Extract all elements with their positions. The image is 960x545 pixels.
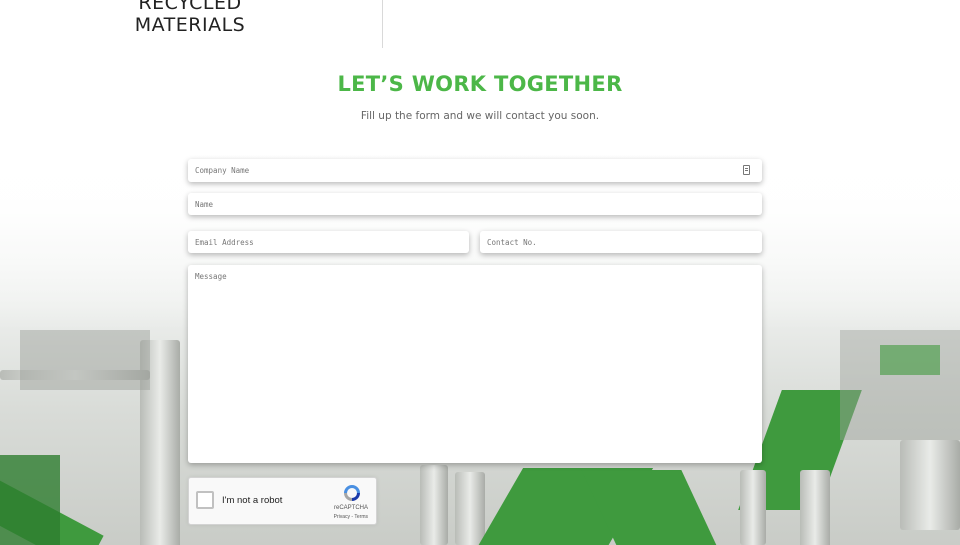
- machine-panel: [880, 345, 940, 375]
- company-name-field: [188, 159, 762, 182]
- autofill-contact-icon[interactable]: [743, 165, 750, 175]
- brand-line-1: RECYCLED: [138, 0, 242, 14]
- contact-heading: LET’S WORK TOGETHER: [337, 72, 623, 96]
- contact-number-input[interactable]: [480, 231, 762, 253]
- name-input[interactable]: [188, 193, 762, 215]
- header-divider: [382, 0, 383, 48]
- recaptcha-checkbox[interactable]: [196, 491, 214, 509]
- recaptcha-links[interactable]: Privacy - Terms: [334, 514, 368, 520]
- message-textarea[interactable]: [188, 265, 762, 463]
- email-field: [188, 231, 469, 253]
- recaptcha-logo-icon: [344, 485, 360, 501]
- recaptcha-label: I'm not a robot: [222, 495, 283, 506]
- machine-pipe: [740, 470, 766, 545]
- name-field: [188, 193, 762, 215]
- contact-number-field: [480, 231, 762, 253]
- machine-pipe: [420, 465, 448, 545]
- email-input[interactable]: [188, 231, 469, 253]
- brand-logo-text[interactable]: RECYCLED MATERIALS: [110, 0, 270, 36]
- recaptcha-brand: reCAPTCHA: [333, 505, 368, 511]
- recaptcha-widget: I'm not a robot reCAPTCHA Privacy - Term…: [188, 477, 377, 525]
- machine-pipe: [900, 440, 960, 530]
- brand-line-2: MATERIALS: [134, 14, 246, 36]
- message-field: [188, 265, 762, 463]
- contact-subheading: Fill up the form and we will contact you…: [360, 110, 600, 122]
- company-name-input[interactable]: [188, 159, 762, 182]
- machine-pipe: [455, 472, 485, 545]
- green-conveyor: [0, 455, 60, 545]
- machine-housing: [20, 330, 150, 390]
- machine-pipe: [800, 470, 830, 545]
